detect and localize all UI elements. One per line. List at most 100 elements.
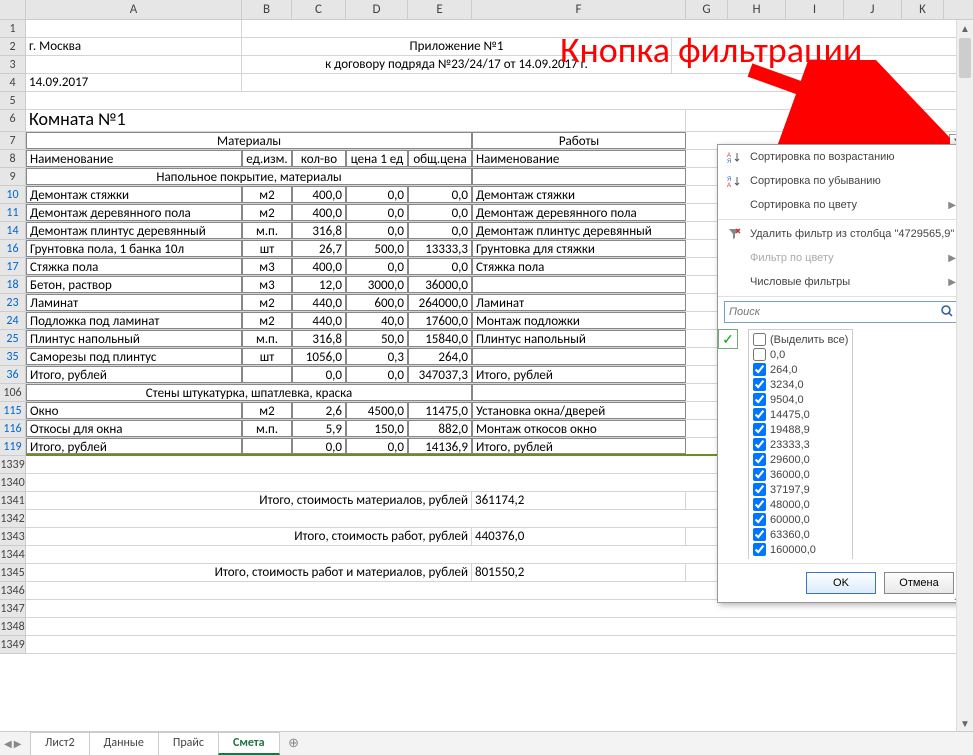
row-header[interactable]: 119: [0, 438, 26, 456]
row-header[interactable]: 2: [0, 38, 26, 56]
filter-checkbox[interactable]: [753, 408, 766, 421]
table-cell[interactable]: 0,0: [346, 186, 408, 203]
table-cell[interactable]: 1056,0: [292, 348, 346, 365]
table-cell[interactable]: Грунтовка пола, 1 банка 10л: [26, 240, 242, 257]
filter-checkbox[interactable]: [753, 453, 766, 466]
col-header[interactable]: B: [242, 0, 292, 19]
sort-desc[interactable]: ЯА Сортировка по убыванию: [718, 169, 964, 193]
table-cell[interactable]: [472, 276, 686, 293]
row-header[interactable]: 18: [0, 276, 26, 294]
row-header[interactable]: 1349: [0, 636, 26, 654]
table-cell[interactable]: 500,0: [346, 240, 408, 257]
table-cell[interactable]: [242, 438, 292, 454]
table-cell[interactable]: м2: [242, 186, 292, 203]
table-cell[interactable]: 26,7: [292, 240, 346, 257]
table-cell[interactable]: Плинтус напольный: [472, 330, 686, 347]
col-header[interactable]: F: [472, 0, 686, 19]
sort-asc[interactable]: АЯ Сортировка по возрастанию: [718, 145, 964, 169]
table-cell[interactable]: 13333,3: [408, 240, 472, 257]
total-label[interactable]: Итого, стоимость работ и материалов, руб…: [26, 564, 472, 581]
row-header[interactable]: 23: [0, 294, 26, 312]
table-cell[interactable]: шт: [242, 240, 292, 257]
filter-value-item[interactable]: 0,0: [751, 347, 850, 362]
row-header[interactable]: 1344: [0, 546, 26, 564]
filter-value-item[interactable]: 3234,0: [751, 377, 850, 392]
row-header[interactable]: 1339: [0, 456, 26, 474]
filter-value-item[interactable]: 19488,9: [751, 422, 850, 437]
row-header[interactable]: 7: [0, 132, 26, 150]
table-cell[interactable]: 400,0: [292, 204, 346, 221]
filter-checkbox[interactable]: [753, 513, 766, 526]
apply-check-icon[interactable]: ✓: [718, 329, 738, 349]
row-header[interactable]: 1343: [0, 528, 26, 546]
col-header[interactable]: G: [686, 0, 728, 19]
row-header[interactable]: 8: [0, 150, 26, 168]
table-cell[interactable]: 347037,3: [408, 366, 472, 383]
vertical-scrollbar[interactable]: ▲ ▼: [956, 20, 973, 731]
table-cell[interactable]: 3000,0: [346, 276, 408, 293]
table-cell[interactable]: м3: [242, 276, 292, 293]
filter-value-item[interactable]: 160000,0: [751, 542, 850, 557]
table-cell[interactable]: Итого, рублей: [472, 366, 686, 383]
total-value[interactable]: 440376,0: [472, 528, 686, 545]
scroll-up-icon[interactable]: ▲: [957, 20, 973, 36]
table-cell[interactable]: 150,0: [346, 420, 408, 437]
row-header[interactable]: 10: [0, 186, 26, 204]
table-cell[interactable]: 12,0: [292, 276, 346, 293]
table-cell[interactable]: Плинтус напольный: [26, 330, 242, 347]
table-cell[interactable]: 2,6: [292, 402, 346, 419]
filter-value-item[interactable]: 37197,9: [751, 482, 850, 497]
filter-checkbox[interactable]: [753, 378, 766, 391]
table-cell[interactable]: 36000,0: [408, 276, 472, 293]
filter-checkbox[interactable]: [753, 333, 766, 346]
table-cell[interactable]: 15840,0: [408, 330, 472, 347]
row-header[interactable]: 14: [0, 222, 26, 240]
filter-value-item[interactable]: (Выделить все): [751, 332, 850, 347]
col-header[interactable]: E: [408, 0, 472, 19]
table-cell[interactable]: Монтаж откосов окно: [472, 420, 686, 437]
table-cell[interactable]: Подложка под ламинат: [26, 312, 242, 329]
row-header[interactable]: 16: [0, 240, 26, 258]
row-header[interactable]: 116: [0, 420, 26, 438]
date-cell[interactable]: 14.09.2017: [26, 74, 242, 91]
row-header[interactable]: 106: [0, 384, 26, 402]
col-header[interactable]: J: [844, 0, 902, 19]
table-cell[interactable]: Стяжка пола: [472, 258, 686, 275]
filter-value-item[interactable]: 264,0: [751, 362, 850, 377]
table-cell[interactable]: 0,0: [346, 204, 408, 221]
ok-button[interactable]: OK: [806, 572, 876, 594]
row-header[interactable]: 1341: [0, 492, 26, 510]
table-cell[interactable]: Итого, рублей: [26, 366, 242, 383]
table-cell[interactable]: 4500,0: [346, 402, 408, 419]
table-cell[interactable]: м2: [242, 294, 292, 311]
clear-filter[interactable]: Удалить фильтр из столбца "4729565,9": [718, 222, 964, 246]
col-header[interactable]: I: [786, 0, 844, 19]
filter-checkbox[interactable]: [753, 438, 766, 451]
total-value[interactable]: 801550,2: [472, 564, 686, 581]
row-header[interactable]: 115: [0, 402, 26, 420]
sheet-tab[interactable]: Лист2: [30, 732, 90, 755]
total-value[interactable]: 361174,2: [472, 492, 686, 509]
table-cell[interactable]: [242, 366, 292, 383]
row-header[interactable]: 1346: [0, 582, 26, 600]
cancel-button[interactable]: Отмена: [884, 572, 954, 594]
col-header[interactable]: H: [728, 0, 786, 19]
table-cell[interactable]: 400,0: [292, 258, 346, 275]
filter-checkbox[interactable]: [753, 543, 766, 556]
col-header[interactable]: K: [902, 0, 944, 19]
table-cell[interactable]: Установка окна/дверей: [472, 402, 686, 419]
table-cell[interactable]: Демонтаж стяжки: [472, 186, 686, 203]
row-header[interactable]: 35: [0, 348, 26, 366]
table-cell[interactable]: 0,0: [346, 258, 408, 275]
table-cell[interactable]: Окно: [26, 402, 242, 419]
table-cell[interactable]: 0,0: [346, 366, 408, 383]
row-header[interactable]: 25: [0, 330, 26, 348]
scroll-thumb[interactable]: [959, 38, 971, 78]
table-cell[interactable]: Грунтовка для стяжки: [472, 240, 686, 257]
table-cell[interactable]: 0,0: [408, 204, 472, 221]
filter-value-item[interactable]: 48000,0: [751, 497, 850, 512]
table-cell[interactable]: 5,9: [292, 420, 346, 437]
filter-value-item[interactable]: 60000,0: [751, 512, 850, 527]
row-header[interactable]: 1: [0, 20, 26, 38]
filter-checkbox[interactable]: [753, 498, 766, 511]
